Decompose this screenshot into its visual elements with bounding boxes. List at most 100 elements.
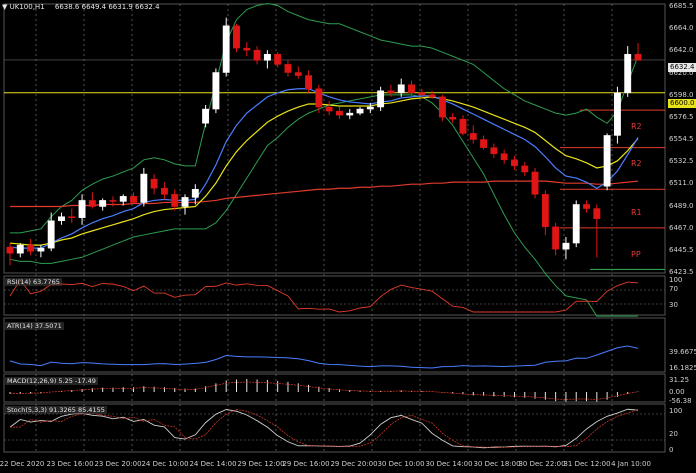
candle-body — [99, 200, 107, 207]
candle-body — [284, 64, 292, 73]
price-axis-label: 6511.0 — [669, 179, 694, 188]
price-axis-label: 6489.0 — [669, 201, 694, 210]
price-axis-label: 6598.0 — [669, 90, 694, 99]
candle-body — [346, 112, 354, 116]
price-axis-label: 6576.5 — [669, 112, 694, 121]
candle-body — [233, 25, 240, 49]
price-axis-label: 6664.0 — [669, 23, 694, 32]
triangle-down-icon[interactable]: ▼ — [2, 3, 7, 11]
time-axis-label: 24 Dec 10:00 — [141, 460, 189, 468]
candle-body — [366, 106, 374, 110]
candle-body — [387, 90, 395, 94]
stoch-label-100: 100 — [669, 407, 683, 415]
time-axis-label: 24 Dec 14:00 — [189, 460, 237, 468]
candle-body — [212, 72, 220, 110]
candle-body — [119, 196, 127, 202]
candle-body — [428, 94, 436, 98]
atr-label-low: 16.1825 — [669, 364, 696, 372]
candle-body — [397, 84, 405, 94]
candle-body — [500, 153, 508, 161]
candle-body — [315, 88, 323, 108]
candle-body — [469, 133, 477, 140]
candle-body — [68, 216, 76, 218]
candle-body — [583, 204, 590, 209]
candle-body — [109, 200, 117, 202]
time-axis-label: 23 Dec 16:00 — [46, 460, 94, 468]
candle-body — [27, 244, 35, 252]
time-axis-label: 23 Dec 20:00 — [94, 460, 142, 468]
candle-body — [552, 226, 560, 250]
candle-body — [408, 84, 415, 94]
time-axis-label: 22 Dec 2020 — [0, 460, 45, 468]
macd-legend: MACD(12,26,9) 5.25 -17.49 — [5, 377, 98, 385]
candle-body — [325, 106, 333, 112]
candle-body — [191, 189, 199, 198]
candle-body — [78, 200, 86, 218]
candle-body — [202, 108, 210, 124]
price-axis-label: 6642.0 — [669, 46, 694, 55]
atr-legend: ATR(14) 37.5071 — [5, 322, 64, 330]
rsi-scale-top: 100 — [669, 276, 683, 284]
candle-body — [490, 147, 498, 154]
chart-canvas — [3, 2, 666, 453]
panel-frame-0 — [3, 3, 666, 274]
candle-body — [356, 108, 364, 114]
candle-body — [624, 53, 632, 94]
candle-body — [243, 47, 251, 51]
candle-body — [222, 25, 230, 73]
time-axis-label: 31 Dec 12:00 — [563, 460, 611, 468]
candle-body — [305, 75, 312, 89]
rsi-legend: RSI(14) 63.7765 — [5, 278, 62, 286]
time-axis-label: 30 Dec 10:00 — [377, 460, 425, 468]
time-axis-label: 29 Dec 12:00 — [237, 460, 285, 468]
candle-body — [150, 178, 158, 189]
candle-body — [274, 53, 282, 65]
candle-body — [541, 194, 549, 228]
macd-label-zero: 0.00 — [669, 388, 685, 396]
price-axis-label: 6532.5 — [669, 157, 694, 166]
candle-body — [16, 244, 24, 254]
candle-body — [562, 242, 570, 250]
candle-body — [88, 200, 96, 207]
candle-body — [171, 194, 179, 207]
time-axis-label: 29 Dec 20:00 — [330, 460, 378, 468]
atr-label-high: 39.6675 — [669, 348, 696, 356]
time-axis-label: 30 Dec 22:00 — [518, 460, 566, 468]
ohlc-readout: 6638.6 6649.4 6631.9 6632.4 — [54, 3, 160, 11]
time-axis-label: 30 Dec 18:00 — [473, 460, 521, 468]
symbol-label: UK100,H1 — [9, 3, 45, 11]
candle-body — [449, 116, 457, 120]
candle-body — [603, 135, 611, 187]
pivot-label-r2-lower: R2 — [631, 159, 642, 168]
candle-body — [480, 139, 488, 148]
macd-label-high: 31.25 — [669, 376, 690, 384]
stoch-legend: Stoch(5,3,3) 91.3265 85.4155 — [5, 406, 107, 414]
price-axis-label: 6554.5 — [669, 135, 694, 143]
chart-window: { "header": {"symbol_label": "UK100,H1",… — [0, 0, 696, 473]
candle-body — [47, 220, 55, 249]
rsi-level-70: 70 — [669, 285, 678, 293]
level-price-tag: 6600.0 — [668, 99, 696, 108]
time-axis-label: 4 Jan 10:00 — [611, 460, 651, 468]
candle-body — [438, 96, 446, 118]
price-axis-label: 6445.5 — [669, 245, 694, 254]
candle-body — [634, 53, 642, 61]
macd-label-low: -56.38 — [669, 397, 692, 405]
pivot-label-r1: R1 — [631, 208, 642, 217]
candle-body — [37, 247, 45, 252]
candle-body — [531, 171, 539, 195]
candle-body — [593, 208, 601, 219]
candle-body — [130, 196, 137, 203]
pivot-label-pp: PP — [631, 250, 641, 259]
candle-body — [613, 92, 621, 136]
candle-body — [294, 72, 302, 76]
candle-body — [6, 246, 14, 254]
candle-body — [263, 53, 271, 61]
time-axis-label: 30 Dec 14:00 — [425, 460, 473, 468]
candle-body — [521, 165, 529, 173]
candle-body — [418, 92, 426, 96]
last-price-tag: 6632.4 — [668, 63, 696, 72]
candle-body — [160, 187, 168, 195]
candle-body — [336, 110, 343, 116]
chart-header: ▼ UK100,H1 6638.6 6649.4 6631.9 6632.4 — [2, 3, 160, 11]
